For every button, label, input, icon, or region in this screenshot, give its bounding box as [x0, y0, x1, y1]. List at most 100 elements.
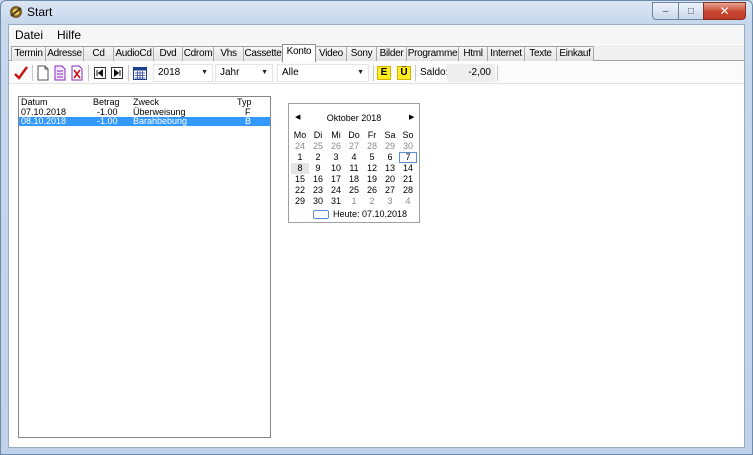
column-typ[interactable]: Typ	[237, 97, 252, 107]
calendar-day[interactable]: 26	[327, 141, 345, 152]
today-label: Heute: 07.10.2018	[333, 209, 408, 219]
calendar-day[interactable]: 29	[381, 141, 399, 152]
calendar-day[interactable]: 2	[363, 196, 381, 207]
calendar-day[interactable]: 27	[381, 185, 399, 196]
calendar-day[interactable]: 24	[291, 141, 309, 152]
calendar-day[interactable]: 30	[399, 141, 417, 152]
calendar-day[interactable]: 9	[309, 163, 327, 174]
tab-cd[interactable]: Cd	[83, 46, 114, 61]
calendar-day[interactable]: 1	[345, 196, 363, 207]
calendar-day[interactable]: 14	[399, 163, 417, 174]
toolbar: 2018 ▼ Jahr ▼ Alle ▼ E Ü Saldo: -2,00	[9, 62, 744, 84]
calendar-day[interactable]: 30	[309, 196, 327, 207]
tab-adresse[interactable]: Adresse	[45, 46, 84, 61]
calendar-day[interactable]: 22	[291, 185, 309, 196]
tab-dvd[interactable]: Dvd	[153, 46, 183, 61]
calendar-day[interactable]: 27	[345, 141, 363, 152]
calendar-day[interactable]: 25	[309, 141, 327, 152]
menu-datei[interactable]: Datei	[9, 28, 50, 42]
calendar-day[interactable]: 28	[363, 141, 381, 152]
year-select[interactable]: 2018 ▼	[153, 64, 213, 82]
row-betrag: -1.00	[97, 116, 118, 126]
period-select[interactable]: Jahr ▼	[215, 64, 273, 82]
calendar-day[interactable]: 25	[345, 185, 363, 196]
tab-html[interactable]: Html	[458, 46, 488, 61]
e-button[interactable]: E	[377, 66, 391, 80]
first-record-icon[interactable]	[94, 65, 106, 81]
calendar-day[interactable]: 28	[399, 185, 417, 196]
calendar-day[interactable]: 13	[381, 163, 399, 174]
title-bar[interactable]: Start – □ ✕	[1, 1, 752, 23]
calendar-day[interactable]: 12	[363, 163, 381, 174]
close-button[interactable]: ✕	[703, 2, 746, 20]
tab-bilder[interactable]: Bilder	[376, 46, 407, 61]
maximize-button[interactable]: □	[678, 2, 703, 20]
tab-einkauf[interactable]: Einkauf	[556, 46, 594, 61]
new-document-icon[interactable]	[37, 65, 49, 81]
calendar-day[interactable]: 20	[381, 174, 399, 185]
tab-cassette[interactable]: Cassette	[243, 46, 283, 61]
chevron-down-icon: ▼	[357, 69, 364, 76]
filter-select-value: Alle	[282, 67, 299, 78]
calendar-title[interactable]: Oktober 2018	[289, 113, 419, 123]
calendar-day[interactable]: 3	[327, 152, 345, 163]
calendar-day[interactable]: 15	[291, 174, 309, 185]
calendar-day[interactable]: 17	[327, 174, 345, 185]
calendar-day[interactable]: 23	[309, 185, 327, 196]
calendar-day[interactable]: 18	[345, 174, 363, 185]
column-datum[interactable]: Datum	[21, 97, 48, 107]
tab-internet[interactable]: Internet	[487, 46, 525, 61]
calendar-day[interactable]: 11	[345, 163, 363, 174]
calendar-day[interactable]: 21	[399, 174, 417, 185]
column-betrag[interactable]: Betrag	[93, 97, 120, 107]
table-row[interactable]: 08.10.2018 -1.00 Barahbebung B	[19, 117, 270, 126]
calendar-day[interactable]: 6	[381, 152, 399, 163]
year-select-value: 2018	[158, 67, 181, 78]
menu-bar: Datei Hilfe	[9, 25, 744, 44]
toolbar-separator	[415, 65, 416, 81]
tab-programme[interactable]: Programme	[406, 46, 459, 61]
tab-konto[interactable]: Konto	[282, 44, 316, 62]
calendar-day[interactable]: 29	[291, 196, 309, 207]
today-link[interactable]: Heute: 07.10.2018	[313, 209, 407, 219]
row-datum: 08.10.2018	[21, 116, 67, 126]
calendar-day[interactable]: 3	[381, 196, 399, 207]
tab-audiocd[interactable]: AudioCd	[113, 46, 154, 61]
calendar-day[interactable]: 1	[291, 152, 309, 163]
menu-hilfe[interactable]: Hilfe	[50, 28, 88, 42]
tab-termin[interactable]: Termin	[11, 46, 46, 61]
calendar-icon[interactable]	[133, 65, 147, 81]
calendar-day[interactable]: 5	[363, 152, 381, 163]
app-window: Start – □ ✕ Datei Hilfe Termin Adresse C…	[0, 0, 753, 455]
tab-bar: Termin Adresse Cd AudioCd Dvd Cdrom Vhs …	[9, 44, 744, 62]
tab-sony[interactable]: Sony	[346, 46, 377, 61]
calendar-day[interactable]: 4	[345, 152, 363, 163]
checkmark-icon[interactable]	[14, 65, 28, 81]
calendar-day[interactable]: 4	[399, 196, 417, 207]
tab-texte[interactable]: Texte	[524, 46, 557, 61]
tab-vhs[interactable]: Vhs	[213, 46, 244, 61]
transactions-list[interactable]: Datum Betrag Zweck Typ 07.10.2018 -1.00 …	[18, 96, 271, 438]
filter-select[interactable]: Alle ▼	[277, 64, 369, 82]
last-record-icon[interactable]	[111, 65, 123, 81]
tab-video[interactable]: Video	[315, 46, 347, 61]
column-zweck[interactable]: Zweck	[133, 97, 159, 107]
app-icon	[10, 6, 22, 18]
ue-button[interactable]: Ü	[397, 66, 411, 80]
tab-cdrom[interactable]: Cdrom	[182, 46, 214, 61]
calendar-day[interactable]: 8	[291, 163, 309, 174]
calendar-day[interactable]: 31	[327, 196, 345, 207]
calendar-day[interactable]: 19	[363, 174, 381, 185]
minimize-button[interactable]: –	[652, 2, 678, 20]
delete-document-icon[interactable]	[71, 65, 83, 81]
calendar-day[interactable]: 16	[309, 174, 327, 185]
weekday-header: So	[402, 130, 414, 140]
calendar-day[interactable]: 2	[309, 152, 327, 163]
calendar-day[interactable]: 7	[399, 152, 417, 163]
calendar-day[interactable]: 26	[363, 185, 381, 196]
toolbar-separator	[88, 65, 89, 81]
copy-document-icon[interactable]	[54, 65, 66, 81]
calendar-day[interactable]: 24	[327, 185, 345, 196]
saldo-value: -2,00	[447, 64, 495, 82]
calendar-day[interactable]: 10	[327, 163, 345, 174]
